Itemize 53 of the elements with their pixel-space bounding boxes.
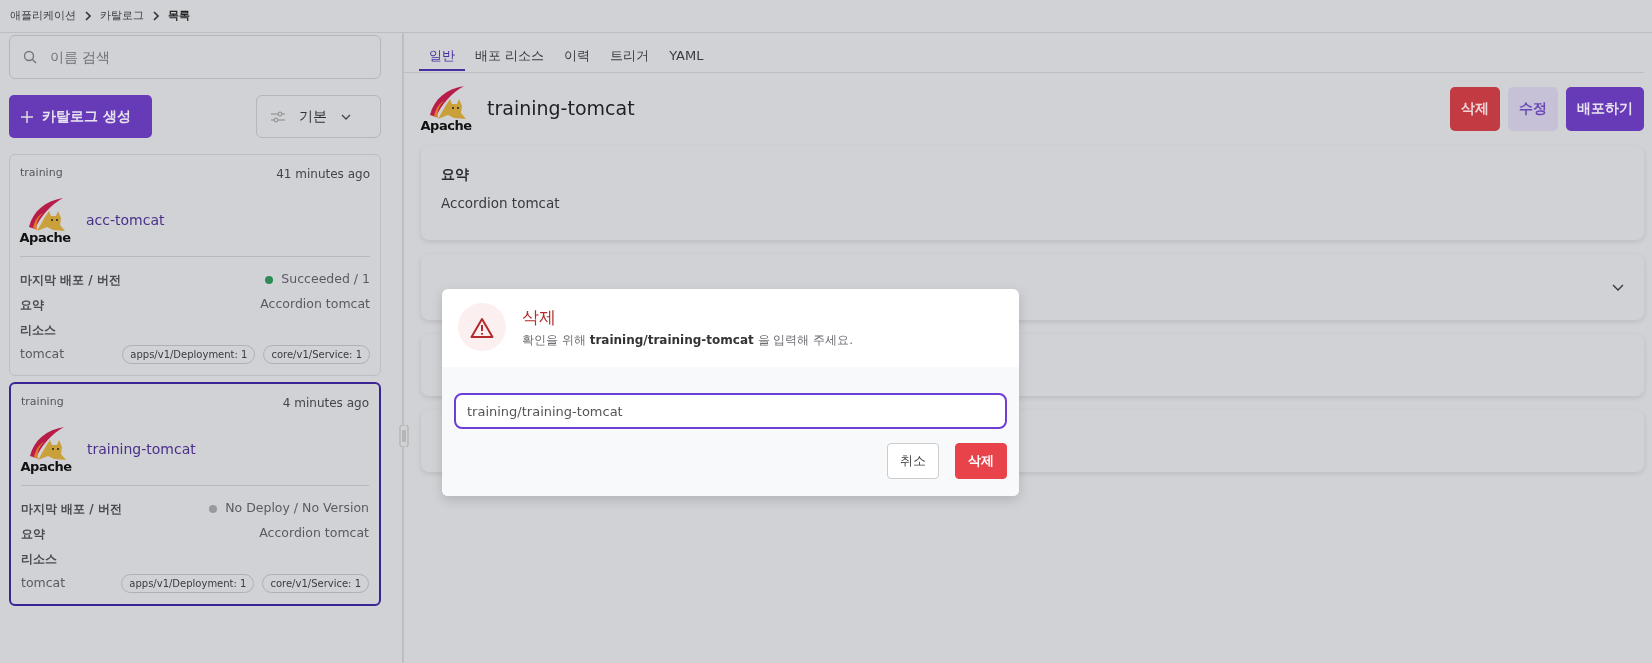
field-label: 리소스 — [20, 321, 56, 339]
tab[interactable]: 일반 — [419, 33, 465, 71]
summary-text: Accordion tomcat — [259, 524, 369, 543]
chevron-down-icon — [341, 113, 351, 120]
create-catalog-button[interactable]: 카탈로그 생성 — [9, 95, 152, 138]
status-text: Succeeded / 1 — [281, 270, 370, 289]
sort-dropdown[interactable]: 기본 — [256, 95, 381, 138]
field-label: 요약 — [21, 525, 45, 543]
field-label: 마지막 배포 / 버전 — [20, 271, 121, 289]
dialog-title: 삭제 — [522, 306, 557, 330]
namespace-text: training — [21, 394, 64, 410]
action-button[interactable]: 수정 — [1508, 86, 1558, 131]
search-field[interactable]: 이름 검색 — [9, 35, 381, 79]
dialog-message: 확인을 위해 training/training-tomcat 을 입력해 주세요. — [522, 331, 853, 349]
catalog-card[interactable]: training 4 minutes ago Apache training-tomcat 마지막 배포 / 버전 No Deploy / No Version 요약 Accordion tomcat 리소스 tomcat apps/v1/Deployment: 1 core/v1/Service: 1 — [9, 382, 381, 606]
resource-text: tomcat — [20, 345, 65, 364]
field-label: 마지막 배포 / 버전 — [21, 500, 122, 518]
tab[interactable]: 트리거 — [600, 33, 660, 71]
page-title: training-tomcat — [487, 96, 635, 122]
logo-text: Apache — [19, 231, 71, 244]
catalog-name[interactable]: acc-tomcat — [86, 210, 165, 231]
section-text: Accordion tomcat — [441, 194, 561, 213]
resize-handle[interactable] — [399, 425, 409, 447]
breadcrumb-item: 목록 — [168, 7, 190, 24]
plus-icon — [21, 110, 33, 123]
breadcrumb-item[interactable]: 애플리케이션 — [10, 7, 76, 25]
namespace-text: training — [20, 165, 63, 181]
warning-icon — [470, 316, 494, 338]
confirm-input[interactable]: training/training-tomcat — [454, 393, 1007, 429]
field-label: 리소스 — [21, 550, 57, 568]
action-button[interactable]: 배포하기 — [1566, 86, 1644, 131]
field-label: 요약 — [20, 296, 44, 314]
delete-button[interactable]: 삭제 — [955, 443, 1007, 479]
tab[interactable]: 배포 리소스 — [465, 33, 555, 71]
action-button[interactable]: 삭제 — [1450, 86, 1500, 131]
logo-text: Apache — [20, 460, 72, 473]
tab[interactable]: YAML — [659, 33, 714, 71]
catalog-card[interactable]: training 41 minutes ago Apache acc-tomcat 마지막 배포 / 버전 Succeeded / 1 요약 Accordion tomcat 리소스 tomcat apps/v1/Deployment: 1 core/v1/Service: 1 — [9, 154, 381, 376]
summary-text: Accordion tomcat — [260, 295, 370, 314]
tab[interactable]: 이력 — [554, 33, 601, 71]
chevron-right-icon — [152, 11, 160, 21]
search-icon — [23, 50, 37, 64]
catalog-name[interactable]: training-tomcat — [87, 439, 196, 460]
sliders-icon — [271, 110, 285, 123]
status-text: No Deploy / No Version — [225, 499, 369, 518]
logo-text: Apache — [420, 119, 472, 132]
time-text: 4 minutes ago — [282, 395, 369, 412]
section-title: 요약 — [441, 165, 470, 184]
cancel-button[interactable]: 취소 — [887, 443, 939, 479]
resource-text: tomcat — [21, 574, 66, 593]
time-text: 41 minutes ago — [276, 166, 370, 183]
breadcrumb-item[interactable]: 카탈로그 — [100, 7, 144, 25]
chevron-right-icon — [84, 11, 92, 21]
